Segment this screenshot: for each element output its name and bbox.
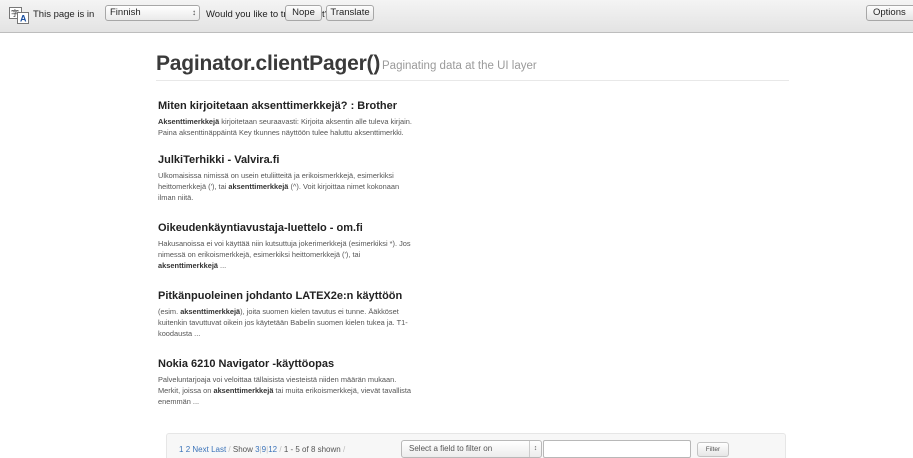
pager-text: 1 2 Next Last / Show 3|9|12 / 1 - 5 of 8… bbox=[179, 445, 345, 455]
options-button[interactable]: Options bbox=[866, 5, 913, 21]
shown-count: 1 - 5 of 8 shown bbox=[283, 445, 341, 454]
result-item: JulkiTerhikki - Valvira.fi Ulkomaisissa … bbox=[158, 154, 473, 203]
result-snippet: Aksenttimerkkejä kirjoitetaan seuraavast… bbox=[158, 117, 412, 137]
result-snippet: (esim. aksenttimerkkejä), joita suomen k… bbox=[158, 307, 408, 338]
header-divider bbox=[156, 80, 789, 81]
page-subtitle: Paginating data at the UI layer bbox=[382, 60, 537, 72]
options-label: Options bbox=[873, 7, 906, 18]
result-title[interactable]: Pitkänpuoleinen johdanto LATEX2e:n käytt… bbox=[158, 290, 473, 303]
result-snippet: Hakusanoissa ei voi käyttää niin kutsutt… bbox=[158, 239, 411, 270]
translate-bar: 字 A This page is in Finnish ↕ Would you … bbox=[0, 0, 913, 33]
chevron-updown-icon: ↕ bbox=[529, 441, 541, 457]
result-item: Oikeudenkäyntiavustaja-luettelo - om.fi … bbox=[158, 222, 473, 271]
show-12-link[interactable]: 12 bbox=[268, 445, 277, 454]
result-snippet: Palveluntarjoaja voi veloittaa tällaisis… bbox=[158, 375, 412, 406]
result-item: Miten kirjoitetaan aksenttimerkkejä? : B… bbox=[158, 100, 473, 139]
highlighted-term: Aksenttimerkkejä bbox=[158, 117, 220, 126]
result-item: Nokia 6210 Navigator -käyttöopas Palvelu… bbox=[158, 358, 473, 407]
page-title: Paginator.clientPager() bbox=[156, 52, 381, 75]
result-title[interactable]: JulkiTerhikki - Valvira.fi bbox=[158, 154, 473, 167]
pager-bar: 1 2 Next Last / Show 3|9|12 / 1 - 5 of 8… bbox=[166, 433, 786, 458]
page-link-2[interactable]: 2 bbox=[186, 445, 190, 454]
svg-text:A: A bbox=[20, 14, 27, 24]
highlighted-term: aksenttimerkkejä bbox=[213, 385, 274, 395]
chevron-updown-icon: ↕ bbox=[192, 8, 196, 17]
result-item: Pitkänpuoleinen johdanto LATEX2e:n käytt… bbox=[158, 290, 473, 339]
show-label: Show bbox=[232, 445, 253, 454]
result-snippet: Ulkomaisissa nimissä on usein etuliittei… bbox=[158, 171, 400, 202]
last-link[interactable]: Last bbox=[211, 445, 226, 454]
filter-field-placeholder: Select a field to filter on bbox=[409, 444, 493, 453]
result-title[interactable]: Oikeudenkäyntiavustaja-luettelo - om.fi bbox=[158, 222, 473, 235]
highlighted-term: aksenttimerkkejä bbox=[228, 181, 289, 191]
separator: / bbox=[342, 445, 346, 454]
nope-button[interactable]: Nope bbox=[285, 5, 322, 21]
translate-icon: 字 A bbox=[9, 7, 29, 24]
page-link-1[interactable]: 1 bbox=[179, 445, 183, 454]
highlighted-term: aksenttimerkkejä bbox=[180, 307, 241, 316]
language-select[interactable]: Finnish ↕ bbox=[105, 5, 200, 21]
translate-button[interactable]: Translate bbox=[326, 5, 374, 21]
page-language-label: This page is in bbox=[33, 9, 95, 20]
separator: / bbox=[279, 445, 282, 454]
highlighted-term: aksenttimerkkejä bbox=[158, 260, 218, 270]
filter-field-select[interactable]: Select a field to filter on ↕ bbox=[401, 440, 542, 458]
separator: / bbox=[228, 445, 231, 454]
next-link[interactable]: Next bbox=[192, 445, 208, 454]
filter-input[interactable] bbox=[543, 440, 691, 458]
language-value: Finnish bbox=[110, 7, 141, 18]
result-title[interactable]: Nokia 6210 Navigator -käyttöopas bbox=[158, 358, 473, 371]
filter-button[interactable]: Filter bbox=[697, 442, 729, 457]
result-title[interactable]: Miten kirjoitetaan aksenttimerkkejä? : B… bbox=[158, 100, 473, 113]
